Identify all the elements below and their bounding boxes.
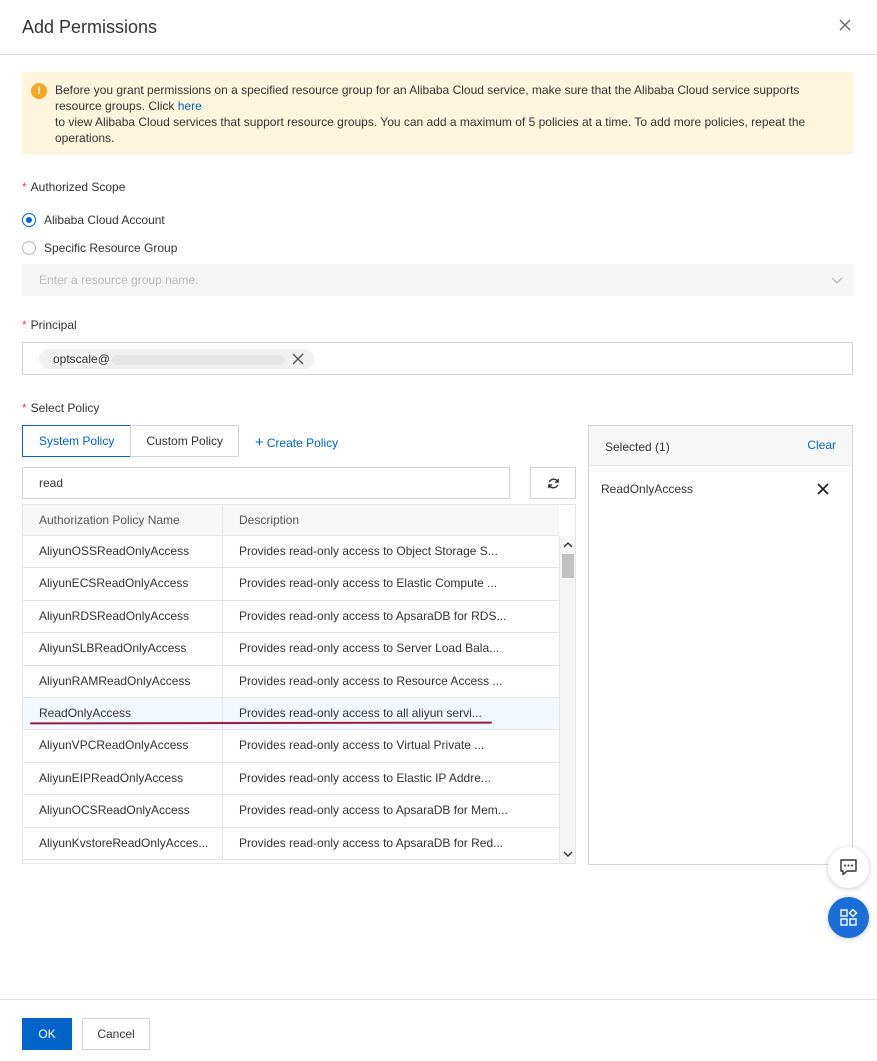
- table-row[interactable]: AliyunRDSReadOnlyAccess Provides read-onl…: [23, 600, 559, 634]
- dialog-header: Add Permissions: [0, 0, 877, 55]
- info-notice: ! Before you grant permissions on a spec…: [22, 72, 853, 154]
- column-header-description: Description: [239, 513, 300, 527]
- table-row[interactable]: AliyunOCSReadOnlyAccess Provides read-onl…: [23, 795, 559, 828]
- refresh-icon: [548, 478, 559, 489]
- scope-option-resource-group[interactable]: Specific Resource Group: [22, 241, 177, 255]
- column-header-name: Authorization Policy Name: [23, 505, 223, 535]
- dialog-title: Add Permissions: [22, 17, 158, 37]
- selected-title: Selected (1): [605, 440, 670, 454]
- scroll-up-icon[interactable]: [563, 540, 573, 550]
- selected-panel: Selected (1) Clear ReadOnlyAccess: [588, 425, 853, 865]
- principal-label: * Principal: [22, 318, 77, 332]
- apps-button[interactable]: [828, 897, 869, 938]
- create-policy-link[interactable]: + Create Policy: [255, 434, 338, 451]
- tab-custom-policy[interactable]: Custom Policy: [130, 425, 240, 457]
- refresh-button[interactable]: [530, 467, 576, 499]
- policy-search-input[interactable]: read: [22, 467, 510, 499]
- remove-selected-icon[interactable]: [817, 483, 829, 495]
- ok-button[interactable]: OK: [22, 1018, 72, 1050]
- resource-group-select[interactable]: Enter a resource group name.: [22, 264, 853, 296]
- table-body: AliyunOSSReadOnlyAccess Provides read-onl…: [23, 536, 559, 860]
- table-row[interactable]: AliyunEIPReadOnlyAccess Provides read-onl…: [23, 762, 559, 796]
- dialog-footer: OK Cancel: [0, 999, 877, 1061]
- scrollbar-thumb[interactable]: [562, 554, 574, 578]
- chevron-down-icon: [831, 277, 843, 284]
- table-row[interactable]: AliyunSLBReadOnlyAccess Provides read-onl…: [23, 633, 559, 666]
- scroll-down-icon[interactable]: [563, 849, 573, 859]
- scope-option-account[interactable]: Alibaba Cloud Account: [22, 213, 165, 227]
- policy-label: * Select Policy: [22, 401, 100, 415]
- table-row-selected[interactable]: ReadOnlyAccess Provides read-only access …: [23, 697, 559, 731]
- table-scrollbar[interactable]: [559, 536, 575, 863]
- redacted-text: [111, 354, 284, 365]
- radio-icon[interactable]: [22, 241, 36, 255]
- cancel-button[interactable]: Cancel: [82, 1018, 150, 1050]
- clear-link[interactable]: Clear: [807, 438, 836, 452]
- table-row[interactable]: AliyunKvstoreReadOnlyAcces... Provides re…: [23, 827, 559, 860]
- plus-icon: +: [255, 434, 264, 451]
- policy-table: Authorization Policy Name Description Al…: [22, 504, 576, 864]
- apps-icon: [840, 908, 858, 926]
- table-row[interactable]: AliyunVPCReadOnlyAccess Provides read-onl…: [23, 730, 559, 763]
- chat-button[interactable]: [828, 847, 869, 888]
- tab-system-policy[interactable]: System Policy: [22, 425, 132, 457]
- principal-field[interactable]: optscale@: [22, 342, 853, 375]
- policy-tabs: System Policy Custom Policy: [22, 425, 240, 457]
- warning-icon: !: [31, 83, 47, 99]
- notice-text-after: to view Alibaba Cloud services that supp…: [55, 115, 806, 145]
- close-icon[interactable]: [837, 17, 853, 33]
- here-link[interactable]: here: [178, 99, 202, 113]
- table-row[interactable]: AliyunECSReadOnlyAccess Provides read-onl…: [23, 568, 559, 601]
- radio-selected-icon[interactable]: [22, 213, 36, 227]
- selected-item: ReadOnlyAccess: [601, 482, 694, 496]
- remove-tag-icon[interactable]: [292, 353, 304, 365]
- table-row[interactable]: AliyunOSSReadOnlyAccess Provides read-onl…: [23, 536, 559, 569]
- table-header: Authorization Policy Name Description: [23, 505, 559, 536]
- scope-label: * Authorized Scope: [22, 180, 126, 194]
- notice-text-before: Before you grant permissions on a specif…: [55, 83, 800, 113]
- chat-icon: [840, 859, 857, 876]
- principal-tag: optscale@: [39, 349, 314, 369]
- table-row[interactable]: AliyunRAMReadOnlyAccess Provides read-onl…: [23, 665, 559, 698]
- selected-header: Selected (1) Clear: [589, 426, 852, 466]
